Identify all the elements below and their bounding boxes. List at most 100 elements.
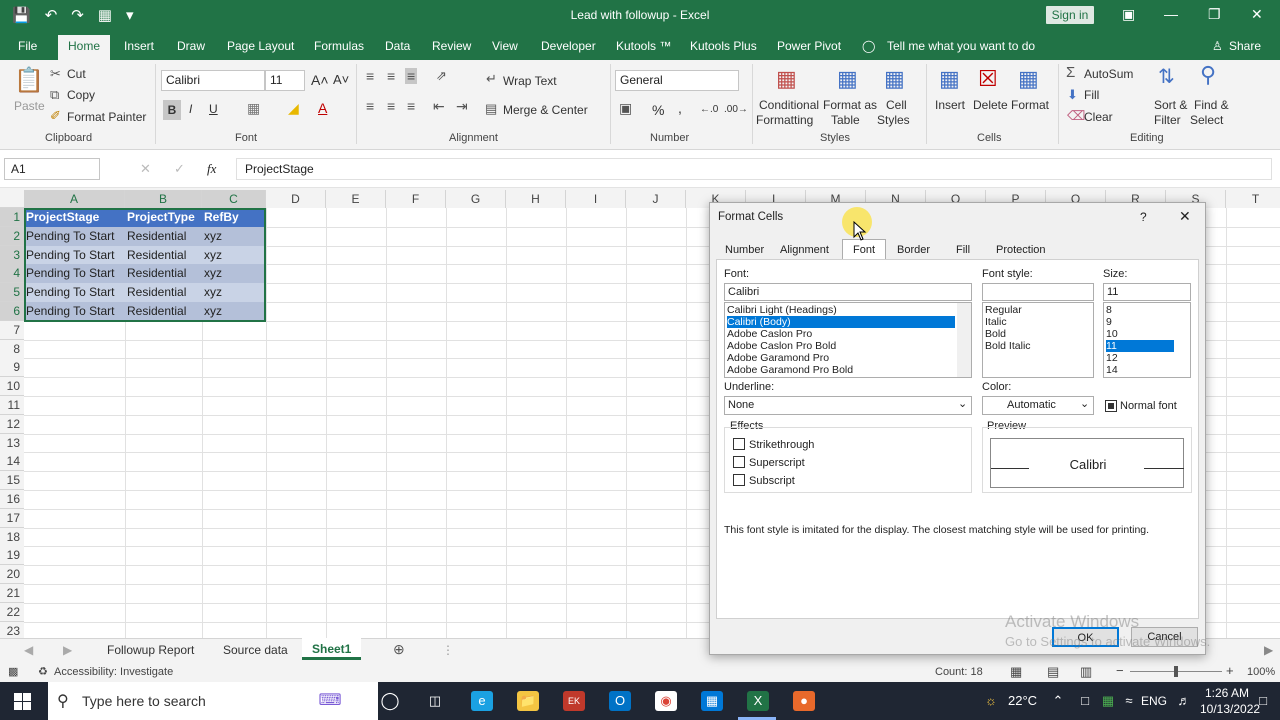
font-style-item[interactable]: Regular (985, 304, 1022, 316)
normal-view-icon[interactable]: ▦ (1010, 664, 1022, 680)
kutools-tray-icon[interactable]: ▦ (1097, 691, 1119, 711)
increase-font-icon[interactable]: A˄ (311, 72, 329, 88)
format-painter-button[interactable]: Format Painter (67, 110, 146, 124)
row-header-3[interactable]: 3 (0, 245, 24, 265)
wrap-text-button[interactable]: Wrap Text (503, 74, 557, 88)
tab-kutools[interactable]: Kutools ™ (616, 39, 671, 53)
accessibility-status[interactable]: Accessibility: Investigate (54, 666, 173, 678)
align-middle-icon[interactable]: ≡ (387, 68, 395, 84)
font-style-item[interactable]: Italic (985, 316, 1007, 328)
volume-icon[interactable]: ♬ (1173, 691, 1195, 711)
percent-button[interactable]: % (652, 102, 664, 118)
table-cell[interactable]: Pending To Start (24, 264, 125, 284)
underline-button[interactable]: U (209, 102, 218, 116)
table-cell[interactable]: Pending To Start (24, 302, 125, 321)
conditional-formatting-button[interactable]: Conditional (759, 98, 819, 112)
column-header-b[interactable]: B (125, 190, 202, 208)
cortana-icon[interactable]: ◯ (379, 691, 401, 711)
zoom-level[interactable]: 100% (1247, 666, 1275, 678)
align-center-icon[interactable]: ≡ (387, 98, 395, 114)
table-cell[interactable]: xyz (202, 226, 266, 246)
row-header-10[interactable]: 10 (0, 377, 24, 397)
borders-icon[interactable]: ▦ (247, 100, 260, 117)
dialog-tab-number[interactable]: Number (725, 244, 764, 256)
hscroll-right-icon[interactable]: ▶ (1264, 643, 1273, 657)
column-header-t[interactable]: T (1226, 190, 1280, 208)
tab-developer[interactable]: Developer (541, 39, 596, 53)
page-break-view-icon[interactable]: ▥ (1080, 664, 1092, 680)
autosum-button[interactable]: AutoSum (1084, 67, 1133, 81)
table-cell[interactable]: Residential (125, 302, 202, 321)
column-header-i[interactable]: I (566, 190, 626, 208)
table-cell[interactable]: xyz (202, 264, 266, 284)
copy-button[interactable]: Copy (67, 88, 95, 102)
font-list-item[interactable]: Calibri Light (Headings) (727, 304, 837, 316)
font-list[interactable]: Calibri Light (Headings) Calibri (Body) … (724, 302, 972, 378)
add-sheet-icon[interactable]: ⊕ (393, 641, 405, 658)
tab-formulas[interactable]: Formulas (314, 39, 364, 53)
font-name-combo[interactable]: Calibri (161, 70, 265, 91)
store-icon[interactable]: ▦ (701, 691, 723, 711)
tab-home[interactable]: Home (58, 35, 111, 60)
format-cells-button[interactable]: Format (1011, 98, 1049, 112)
tab-power-pivot[interactable]: Power Pivot (777, 39, 841, 53)
cut-button[interactable]: Cut (67, 67, 86, 81)
sheet-tab-followup-report[interactable]: Followup Report (97, 639, 204, 661)
task-view-icon[interactable]: ◫ (424, 691, 446, 711)
dialog-tab-protection[interactable]: Protection (996, 244, 1046, 256)
language-indicator[interactable]: ENG (1141, 694, 1167, 708)
font-list-item-selected[interactable]: Calibri (Body) (727, 316, 955, 328)
restore-icon[interactable]: ❐ (1208, 6, 1221, 23)
font-size-item[interactable]: 14 (1106, 364, 1118, 376)
normal-font-checkbox[interactable] (1105, 400, 1117, 412)
font-style-list[interactable]: Regular Italic Bold Bold Italic (982, 302, 1094, 378)
comma-button[interactable]: , (678, 100, 682, 116)
merge-center-button[interactable]: Merge & Center (503, 103, 588, 117)
tab-view[interactable]: View (492, 39, 518, 53)
page-layout-view-icon[interactable]: ▤ (1047, 664, 1059, 680)
action-center-icon[interactable]: □ (1252, 691, 1274, 711)
font-list-item[interactable]: Adobe Caslon Pro (727, 328, 812, 340)
ek-exp-icon[interactable]: EK (563, 691, 585, 711)
formula-input[interactable]: ProjectStage (236, 158, 1272, 180)
row-header-13[interactable]: 13 (0, 433, 24, 453)
close-window-icon[interactable]: ✕ (1251, 6, 1263, 23)
table-cell[interactable]: Residential (125, 264, 202, 284)
orientation-icon[interactable]: ⇗ (436, 68, 447, 84)
underline-dropdown-icon[interactable]: ⌄ (958, 397, 967, 410)
paste-button[interactable]: Paste (14, 99, 45, 113)
dialog-close-icon[interactable]: ✕ (1179, 208, 1191, 225)
table-cell[interactable]: Residential (125, 283, 202, 303)
font-size-item-selected[interactable]: 11 (1106, 340, 1174, 352)
sort-filter-button[interactable]: Sort & (1154, 98, 1187, 112)
tab-data[interactable]: Data (385, 39, 410, 53)
column-header-d[interactable]: D (266, 190, 326, 208)
color-dropdown-icon[interactable]: ⌄ (1080, 397, 1089, 410)
sheet-tab-sheet1[interactable]: Sheet1 (302, 638, 362, 660)
align-top-icon[interactable]: ≡ (366, 68, 374, 84)
decrease-indent-icon[interactable]: ⇤ (433, 98, 445, 115)
cancel-entry-icon[interactable]: ✕ (140, 161, 151, 177)
font-list-item[interactable]: Adobe Garamond Pro Bold (727, 364, 853, 376)
font-size-item[interactable]: 12 (1106, 352, 1118, 364)
row-header-17[interactable]: 17 (0, 508, 24, 528)
minimize-icon[interactable]: — (1164, 6, 1178, 22)
tab-kutools-plus[interactable]: Kutools Plus (690, 39, 757, 53)
align-bottom-icon[interactable]: ≡ (405, 68, 418, 84)
search-highlight-icon[interactable]: ⌨ (300, 691, 360, 711)
increase-indent-icon[interactable]: ⇥ (456, 98, 468, 115)
row-header-1[interactable]: 1 (0, 208, 24, 227)
decrease-font-icon[interactable]: A˅ (333, 72, 349, 87)
tab-split-handle[interactable]: ⋮ (442, 643, 454, 657)
table-cell[interactable]: Pending To Start (24, 283, 125, 303)
chrome-icon[interactable]: ◉ (655, 691, 677, 711)
header-cell[interactable]: ProjectType (125, 208, 202, 227)
dialog-tab-border[interactable]: Border (897, 244, 930, 256)
table-cell[interactable]: Pending To Start (24, 245, 125, 265)
share-button[interactable]: Share (1229, 39, 1261, 53)
ribbon-display-icon[interactable]: ▣ (1122, 6, 1135, 23)
row-header-7[interactable]: 7 (0, 320, 24, 340)
column-header-e[interactable]: E (326, 190, 386, 208)
row-header-15[interactable]: 15 (0, 471, 24, 491)
fill-color-icon[interactable]: ◢ (288, 100, 299, 117)
